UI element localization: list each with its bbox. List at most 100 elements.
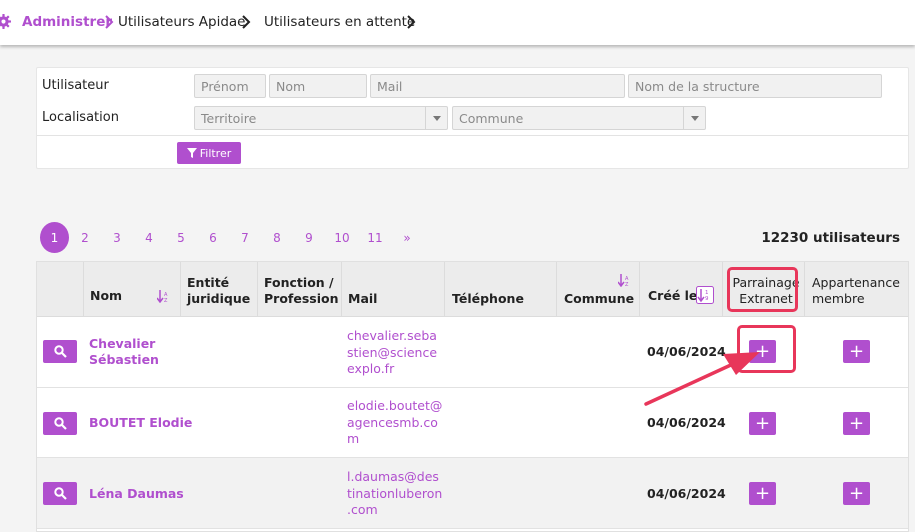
header-cree-le[interactable]: Créé le: [648, 288, 697, 304]
filter-button-label: Filtrer: [199, 146, 232, 160]
view-user-button[interactable]: [43, 412, 77, 435]
sort-icon[interactable]: A Z: [618, 274, 630, 287]
breadcrumb: Administrer Utilisateurs Apidae Utilisat…: [0, 0, 915, 45]
view-user-button[interactable]: [43, 482, 77, 505]
header-mail: Mail: [348, 291, 378, 306]
created-date: 04/06/2024: [647, 486, 726, 501]
page-11[interactable]: 11: [367, 222, 383, 253]
column-divider: [804, 262, 805, 317]
user-mail-link[interactable]: chevalier.seba stien@science explo.fr: [347, 328, 445, 378]
chevron-right-icon: [407, 15, 416, 29]
mail-line: elodie.boutet@: [347, 398, 443, 413]
created-date: 04/06/2024: [647, 415, 726, 430]
user-name-line: Chevalier: [89, 336, 156, 351]
user-filter-label: Utilisateur: [42, 78, 109, 93]
mail-line: stien@science: [347, 344, 438, 360]
territory-select[interactable]: Territoire: [194, 106, 448, 130]
svg-text:9: 9: [705, 296, 709, 302]
territory-select-value: Territoire: [201, 111, 257, 126]
svg-text:Z: Z: [625, 282, 629, 287]
commune-select-value: Commune: [459, 111, 524, 126]
plus-icon: +: [848, 412, 865, 434]
plus-icon: +: [848, 340, 865, 362]
sort-icon[interactable]: 1 9: [696, 286, 714, 304]
filters-panel: Utilisateur Prénom Nom Mail Nom de la st…: [36, 67, 909, 169]
appartenance-add-button[interactable]: +: [843, 412, 870, 435]
plus-icon: +: [754, 482, 771, 504]
plus-icon: +: [754, 412, 771, 434]
header-entite-juridique: Entité juridique: [187, 275, 251, 306]
column-divider: [180, 262, 181, 317]
structure-input[interactable]: Nom de la structure: [628, 74, 882, 98]
gear-icon: [0, 14, 11, 29]
chevron-right-icon: [105, 15, 114, 29]
user-mail-link[interactable]: l.daumas@des tinationluberon .com: [347, 469, 445, 519]
search-icon: [53, 487, 67, 500]
header-nom[interactable]: Nom: [90, 288, 122, 304]
search-icon: [53, 417, 67, 430]
user-name-line: Sébastien: [89, 352, 159, 367]
user-name-link[interactable]: Chevalier Sébastien: [89, 336, 159, 368]
parrainage-add-button[interactable]: +: [749, 482, 776, 505]
plus-icon: +: [848, 482, 865, 504]
table-row: BOUTET Elodie elodie.boutet@ agencesmb.c…: [37, 388, 908, 458]
page-7[interactable]: 7: [237, 222, 253, 253]
mail-line: chevalier.seba: [347, 328, 437, 343]
mail-line: tinationluberon: [347, 485, 443, 501]
sort-icon[interactable]: A Z: [157, 290, 169, 303]
breadcrumb-utilisateurs-en-attente[interactable]: Utilisateurs en attente: [264, 14, 415, 30]
column-divider: [341, 262, 342, 317]
column-divider: [444, 262, 445, 317]
column-divider: [83, 262, 84, 317]
column-divider: [722, 262, 723, 317]
search-icon: [53, 345, 67, 358]
caret-down-icon: [683, 107, 705, 129]
svg-text:Z: Z: [164, 298, 168, 303]
commune-select[interactable]: Commune: [452, 106, 706, 130]
user-count: 12230 utilisateurs: [761, 230, 900, 246]
mail-input[interactable]: Mail: [370, 74, 625, 98]
view-user-button[interactable]: [43, 340, 77, 363]
filter-icon: [186, 148, 197, 158]
caret-down-icon: [425, 107, 447, 129]
mail-line: agencesmb.co: [347, 414, 438, 430]
header-telephone: Téléphone: [452, 291, 524, 306]
user-name-link[interactable]: Léna Daumas: [89, 486, 184, 502]
highlight-parrainage-header: [727, 267, 798, 312]
page-next[interactable]: »: [399, 222, 415, 253]
user-mail-link[interactable]: elodie.boutet@ agencesmb.co m: [347, 398, 445, 448]
page-5[interactable]: 5: [173, 222, 189, 253]
breadcrumb-utilisateurs-apidae[interactable]: Utilisateurs Apidae: [118, 14, 245, 30]
page-9[interactable]: 9: [301, 222, 317, 253]
mail-line: l.daumas@des: [347, 469, 439, 484]
breadcrumb-administrer[interactable]: Administrer: [22, 14, 112, 30]
user-name-link[interactable]: BOUTET Elodie: [89, 415, 192, 431]
firstname-input[interactable]: Prénom: [194, 74, 266, 98]
column-divider: [257, 262, 258, 317]
page-1[interactable]: 1: [40, 222, 69, 253]
page-6[interactable]: 6: [205, 222, 221, 253]
parrainage-add-button[interactable]: +: [749, 412, 776, 435]
location-filter-label: Localisation: [42, 110, 119, 125]
page-8[interactable]: 8: [269, 222, 285, 253]
chevron-right-icon: [242, 15, 251, 29]
filters-divider: [37, 135, 908, 136]
column-divider: [639, 262, 640, 317]
appartenance-add-button[interactable]: +: [843, 482, 870, 505]
filter-button[interactable]: Filtrer: [177, 142, 241, 164]
lastname-input[interactable]: Nom: [269, 74, 367, 98]
page-2[interactable]: 2: [77, 222, 93, 253]
highlight-parrainage-button: [737, 325, 796, 373]
mail-line: explo.fr: [347, 361, 395, 376]
page-10[interactable]: 10: [333, 222, 351, 253]
created-date: 04/06/2024: [647, 344, 726, 359]
page-4[interactable]: 4: [141, 222, 157, 253]
header-fonction: Fonction / Profession: [264, 275, 339, 306]
page-3[interactable]: 3: [109, 222, 125, 253]
header-commune[interactable]: Commune: [564, 291, 634, 307]
mail-line: .com: [347, 502, 378, 517]
column-divider: [556, 262, 557, 317]
table-row: Léna Daumas l.daumas@des tinationluberon…: [37, 458, 908, 529]
mail-line: m: [347, 431, 360, 446]
appartenance-add-button[interactable]: +: [843, 340, 870, 363]
